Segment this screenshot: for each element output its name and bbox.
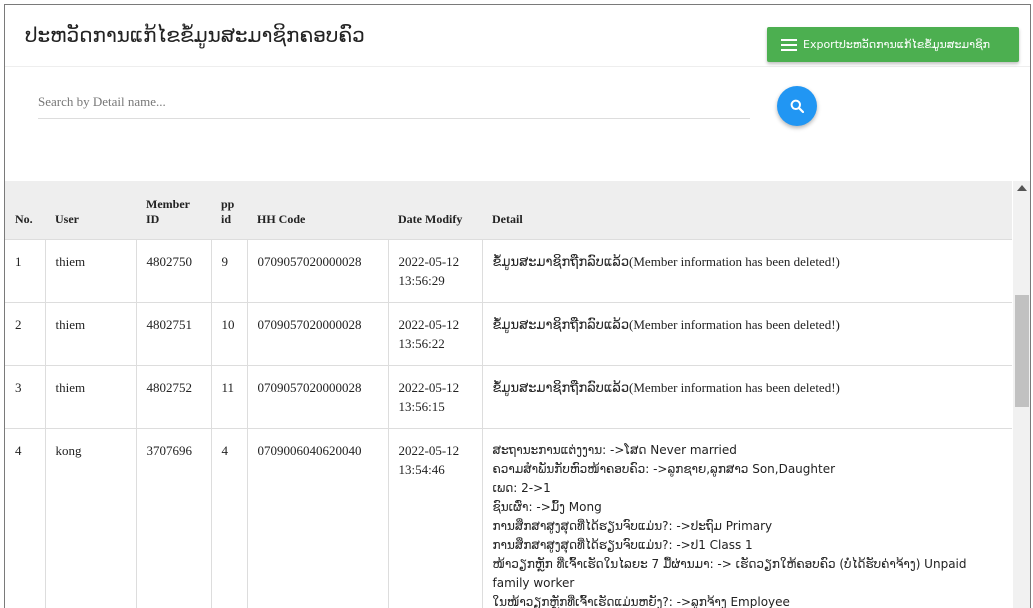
cell-hh-code: 0709057020000028	[246, 238, 389, 303]
cell-date: 2022-05-12	[398, 442, 460, 458]
search-field	[38, 87, 750, 119]
export-button-label: Exportປະຫວັດການແກ້ໄຂຂໍ້ມູນສະມາຊິກ	[803, 38, 990, 51]
table-scrollbar[interactable]	[1013, 181, 1030, 608]
detail-text-en: (Member information has been deleted!)	[629, 316, 840, 332]
column-header-user[interactable]: User	[45, 181, 136, 240]
detail-line: ໃນໜ້າວຽກຫຼັກທີ່ເຈົ້າເຮັດແມ່ນຫຍັງ?: ->ລູກ…	[492, 594, 790, 608]
scroll-up-arrow-icon[interactable]	[1017, 185, 1027, 191]
cell-hh-code: 0709006040620040	[246, 427, 389, 608]
cell-pp-id: 11	[210, 364, 248, 429]
column-header-pp-id[interactable]: pp id	[211, 181, 247, 240]
cell-pp-id: 9	[210, 238, 248, 303]
detail-line: ສະຖານະການແຕ່ງງານ: ->ໂສດ Never married	[492, 442, 737, 457]
cell-no: 4	[5, 427, 46, 608]
cell-no: 2	[5, 301, 46, 366]
page-title: ປະຫວັດການແກ້ໄຂຂໍ້ມູນສະມາຊິກຄອບຄົວ	[25, 23, 365, 47]
detail-text-lao: ຂໍ້ມູນສະມາຊິກຖືກລົບແລ້ວ	[492, 317, 630, 333]
column-header-detail[interactable]: Detail	[482, 181, 1012, 240]
export-button[interactable]: Exportປະຫວັດການແກ້ໄຂຂໍ້ມູນສະມາຊິກ	[767, 27, 1019, 62]
table-row[interactable]: 4 kong 3707696 4 0709006040620040 2022-0…	[5, 427, 1012, 608]
cell-hh-code: 0709057020000028	[246, 364, 389, 429]
cell-date-modify: 2022-05-12 13:56:15	[387, 364, 483, 429]
cell-user: thiem	[44, 238, 137, 303]
cell-detail: ສະຖານະການແຕ່ງງານ: ->ໂສດ Never married ຄວ…	[481, 427, 1012, 608]
cell-member-id: 4802750	[135, 238, 212, 303]
history-table-container: No. User Member ID pp id HH Code Date Mo…	[5, 181, 1012, 608]
column-header-hh-code[interactable]: HH Code	[247, 181, 388, 240]
cell-date-modify: 2022-05-12 13:54:46	[387, 427, 483, 608]
cell-member-id: 3707696	[135, 427, 212, 608]
detail-line: ການສຶກສາສູງສຸດທີ່ໄດ້ຮຽນຈົບແມ່ນ?: ->ປ1 Cl…	[492, 537, 753, 552]
detail-line: ຊົນເຜົ່າ: ->ມົ້ງ Mong	[492, 499, 602, 514]
table-row[interactable]: 1 thiem 4802750 9 0709057020000028 2022-…	[5, 238, 1012, 303]
cell-pp-id: 4	[210, 427, 248, 608]
detail-line: ເພດ: 2->1	[492, 480, 551, 495]
cell-member-id: 4802752	[135, 364, 212, 429]
table-row[interactable]: 2 thiem 4802751 10 0709057020000028 2022…	[5, 301, 1012, 366]
cell-no: 1	[5, 238, 46, 303]
cell-detail: ຂໍ້ມູນສະມາຊິກຖືກລົບແລ້ວ(Member informati…	[481, 364, 1012, 429]
detail-text-lao: ຂໍ້ມູນສະມາຊິກຖືກລົບແລ້ວ	[492, 380, 630, 396]
cell-time: 13:54:46	[398, 461, 445, 477]
cell-user: thiem	[44, 301, 137, 366]
app-frame: ປະຫວັດການແກ້ໄຂຂໍ້ມູນສະມາຊິກຄອບຄົວ Export…	[4, 4, 1031, 608]
scrollbar-thumb[interactable]	[1015, 295, 1029, 407]
column-header-no[interactable]: No.	[5, 181, 45, 240]
cell-hh-code: 0709057020000028	[246, 301, 389, 366]
cell-detail: ຂໍ້ມູນສະມາຊິກຖືກລົບແລ້ວ(Member informati…	[481, 301, 1012, 366]
cell-user: thiem	[44, 364, 137, 429]
detail-text-en: (Member information has been deleted!)	[629, 253, 840, 269]
page-header: ປະຫວັດການແກ້ໄຂຂໍ້ມູນສະມາຊິກຄອບຄົວ Export…	[5, 5, 1030, 67]
cell-user: kong	[44, 427, 137, 608]
detail-line: ໜ້າວຽກຫຼັກ ທີ່ເຈົ້າເຮັດໃນໄລຍະ 7 ມື້ຜ່ານມ…	[492, 556, 967, 590]
cell-date-modify: 2022-05-12 13:56:22	[387, 301, 483, 366]
table-header-row: No. User Member ID pp id HH Code Date Mo…	[5, 181, 1012, 240]
cell-date: 2022-05-12	[398, 253, 460, 269]
search-button[interactable]	[777, 86, 817, 126]
cell-detail: ຂໍ້ມູນສະມາຊິກຖືກລົບແລ້ວ(Member informati…	[481, 238, 1012, 303]
cell-member-id: 4802751	[135, 301, 212, 366]
search-input[interactable]	[38, 87, 750, 117]
cell-date-modify: 2022-05-12 13:56:29	[387, 238, 483, 303]
menu-icon	[781, 38, 797, 51]
table-row[interactable]: 3 thiem 4802752 11 0709057020000028 2022…	[5, 364, 1012, 429]
cell-time: 13:56:15	[398, 398, 445, 414]
column-header-member-id[interactable]: Member ID	[136, 181, 211, 240]
detail-line: ການສຶກສາສູງສຸດທີ່ໄດ້ຮຽນຈົບແມ່ນ?: ->ປະຖົມ…	[492, 518, 773, 533]
cell-no: 3	[5, 364, 46, 429]
cell-date: 2022-05-12	[398, 316, 460, 332]
search-icon	[790, 99, 804, 113]
cell-date: 2022-05-12	[398, 379, 460, 395]
detail-line: ຄວາມສຳພັນກັບຫົວໜ້າຄອບຄົວ: ->ລູກຊາຍ,ລູກສາ…	[492, 461, 836, 476]
cell-time: 13:56:22	[398, 335, 445, 351]
cell-time: 13:56:29	[398, 272, 445, 288]
column-header-date-modify[interactable]: Date Modify	[388, 181, 482, 240]
detail-text-lao: ຂໍ້ມູນສະມາຊິກຖືກລົບແລ້ວ	[492, 254, 630, 270]
detail-text-en: (Member information has been deleted!)	[629, 379, 840, 395]
history-table: No. User Member ID pp id HH Code Date Mo…	[5, 181, 1012, 608]
cell-pp-id: 10	[210, 301, 248, 366]
